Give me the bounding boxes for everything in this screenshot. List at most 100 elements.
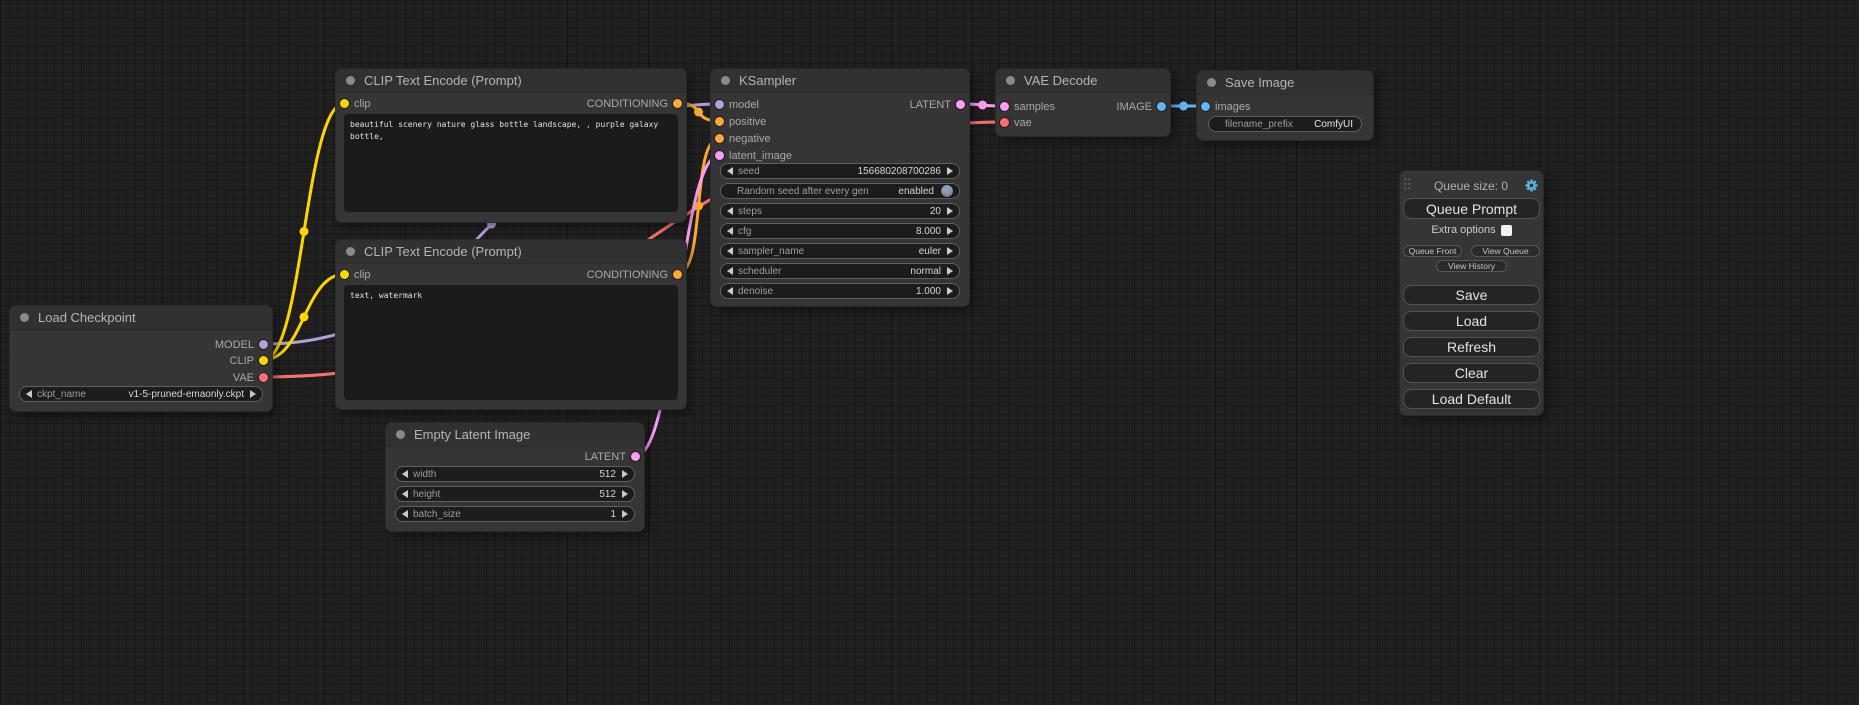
output-row-latent: LATENT xyxy=(386,448,644,465)
output-slot-conditioning[interactable] xyxy=(673,99,682,108)
settings-gear-icon[interactable] xyxy=(1525,179,1538,192)
load-default-button[interactable]: Load Default xyxy=(1403,389,1540,409)
extra-options-checkbox[interactable] xyxy=(1501,225,1512,236)
widget-ckpt-name[interactable]: ckpt_name v1-5-pruned-emaonly.ckpt xyxy=(19,386,263,402)
increment-arrow-icon[interactable] xyxy=(947,227,953,235)
output-slot-image[interactable] xyxy=(1157,102,1166,111)
output-row-model: MODEL xyxy=(10,336,272,353)
save-button[interactable]: Save xyxy=(1403,285,1540,305)
node-collapse-dot[interactable] xyxy=(1006,76,1015,85)
increment-arrow-icon[interactable] xyxy=(622,490,628,498)
node-title-bar[interactable]: CLIP Text Encode (Prompt) xyxy=(336,240,686,264)
decrement-arrow-icon[interactable] xyxy=(402,470,408,478)
node-title-bar[interactable]: Load Checkpoint xyxy=(10,306,272,330)
input-row-negative: negative xyxy=(711,130,969,147)
widget-random-seed-toggle[interactable]: Random seed after every gen enabled xyxy=(720,183,960,199)
decrement-arrow-icon[interactable] xyxy=(727,227,733,235)
node-title: Empty Latent Image xyxy=(414,427,530,442)
output-slot-model[interactable] xyxy=(259,340,268,349)
increment-arrow-icon[interactable] xyxy=(622,510,628,518)
input-slot-vae[interactable] xyxy=(1000,118,1009,127)
prompt-textarea[interactable]: beautiful scenery nature glass bottle la… xyxy=(344,114,678,212)
widget-height[interactable]: height 512 xyxy=(395,486,635,502)
input-slot-positive[interactable] xyxy=(715,117,724,126)
queue-size-label: Queue size: 0 xyxy=(1404,179,1538,193)
input-slot-images[interactable] xyxy=(1201,102,1210,111)
increment-arrow-icon[interactable] xyxy=(250,390,256,398)
node-vae-decode[interactable]: VAE Decode samples IMAGE vae xyxy=(996,69,1170,136)
input-slot-latent-image[interactable] xyxy=(715,151,724,160)
extra-options-row: Extra options xyxy=(1400,224,1543,236)
output-slot-latent[interactable] xyxy=(956,100,965,109)
node-title-bar[interactable]: Empty Latent Image xyxy=(386,423,644,447)
input-slot-negative[interactable] xyxy=(715,134,724,143)
output-row-clip: CLIP xyxy=(10,352,272,369)
input-row-positive: positive xyxy=(711,113,969,130)
node-title: Load Checkpoint xyxy=(38,310,136,325)
view-queue-button[interactable]: View Queue xyxy=(1471,245,1540,257)
decrement-arrow-icon[interactable] xyxy=(727,287,733,295)
increment-arrow-icon[interactable] xyxy=(947,287,953,295)
load-button[interactable]: Load xyxy=(1403,311,1540,331)
node-title: CLIP Text Encode (Prompt) xyxy=(364,244,522,259)
node-collapse-dot[interactable] xyxy=(1207,78,1216,87)
increment-arrow-icon[interactable] xyxy=(947,167,953,175)
view-history-button[interactable]: View History xyxy=(1436,260,1507,272)
node-collapse-dot[interactable] xyxy=(721,76,730,85)
decrement-arrow-icon[interactable] xyxy=(402,490,408,498)
decrement-arrow-icon[interactable] xyxy=(727,167,733,175)
increment-arrow-icon[interactable] xyxy=(947,247,953,255)
widget-denoise[interactable]: denoise 1.000 xyxy=(720,283,960,299)
increment-arrow-icon[interactable] xyxy=(622,470,628,478)
node-clip-text-encode-positive[interactable]: CLIP Text Encode (Prompt) clip CONDITION… xyxy=(336,69,686,222)
widget-filename-prefix[interactable]: filename_prefix ComfyUI xyxy=(1208,116,1362,132)
queue-prompt-button[interactable]: Queue Prompt xyxy=(1403,198,1540,219)
refresh-button[interactable]: Refresh xyxy=(1403,337,1540,357)
node-load-checkpoint[interactable]: Load Checkpoint MODEL CLIP VAE ckpt_name… xyxy=(10,306,272,411)
prompt-textarea[interactable]: text, watermark xyxy=(344,285,678,400)
output-slot-latent[interactable] xyxy=(631,452,640,461)
output-slot-vae[interactable] xyxy=(259,373,268,382)
output-slot-conditioning[interactable] xyxy=(673,270,682,279)
widget-steps[interactable]: steps 20 xyxy=(720,203,960,219)
node-title-bar[interactable]: CLIP Text Encode (Prompt) xyxy=(336,69,686,93)
decrement-arrow-icon[interactable] xyxy=(727,247,733,255)
node-empty-latent-image[interactable]: Empty Latent Image LATENT width 512 heig… xyxy=(386,423,644,531)
output-slot-clip[interactable] xyxy=(259,356,268,365)
output-row-conditioning: CONDITIONING xyxy=(336,266,686,283)
node-title-bar[interactable]: VAE Decode xyxy=(996,69,1170,93)
decrement-arrow-icon[interactable] xyxy=(26,390,32,398)
node-collapse-dot[interactable] xyxy=(346,247,355,256)
decrement-arrow-icon[interactable] xyxy=(727,207,733,215)
widget-batch-size[interactable]: batch_size 1 xyxy=(395,506,635,522)
queue-panel: Queue size: 0 xyxy=(1400,171,1543,415)
decrement-arrow-icon[interactable] xyxy=(727,267,733,275)
queue-front-button[interactable]: Queue Front xyxy=(1403,245,1462,257)
input-row-images: images xyxy=(1197,98,1373,115)
node-collapse-dot[interactable] xyxy=(20,313,29,322)
node-graph-canvas[interactable]: Load Checkpoint MODEL CLIP VAE ckpt_name… xyxy=(0,0,1859,705)
toggle-dot-icon[interactable] xyxy=(941,185,953,197)
node-title-bar[interactable]: KSampler xyxy=(711,69,969,93)
node-clip-text-encode-negative[interactable]: CLIP Text Encode (Prompt) clip CONDITION… xyxy=(336,240,686,409)
node-title: KSampler xyxy=(739,73,796,88)
widget-cfg[interactable]: cfg 8.000 xyxy=(720,223,960,239)
increment-arrow-icon[interactable] xyxy=(947,207,953,215)
extra-options-label: Extra options xyxy=(1431,224,1495,236)
node-collapse-dot[interactable] xyxy=(396,430,405,439)
node-save-image[interactable]: Save Image images filename_prefix ComfyU… xyxy=(1197,71,1373,140)
node-ksampler[interactable]: KSampler model LATENT positive negative … xyxy=(711,69,969,306)
widget-scheduler[interactable]: scheduler normal xyxy=(720,263,960,279)
node-collapse-dot[interactable] xyxy=(346,76,355,85)
drag-handle-icon[interactable] xyxy=(1404,177,1411,195)
widget-seed[interactable]: seed 156680208700286 xyxy=(720,163,960,179)
output-row-conditioning: CONDITIONING xyxy=(336,95,686,112)
increment-arrow-icon[interactable] xyxy=(947,267,953,275)
decrement-arrow-icon[interactable] xyxy=(402,510,408,518)
widget-width[interactable]: width 512 xyxy=(395,466,635,482)
clear-button[interactable]: Clear xyxy=(1403,363,1540,383)
node-title-bar[interactable]: Save Image xyxy=(1197,71,1373,95)
widget-sampler-name[interactable]: sampler_name euler xyxy=(720,243,960,259)
output-row-image: IMAGE xyxy=(996,98,1170,115)
output-row-vae: VAE xyxy=(10,369,272,386)
